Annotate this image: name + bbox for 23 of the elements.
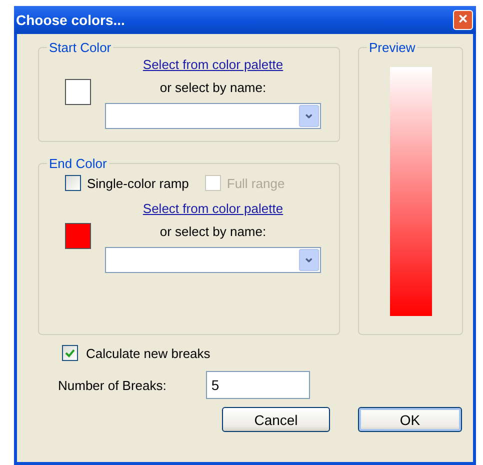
check-mark-icon — [65, 348, 75, 358]
select-by-name-label: or select by name: — [160, 224, 266, 239]
color-swatch[interactable] — [65, 223, 91, 249]
palette-link[interactable]: Select from color palette — [142, 201, 284, 216]
palette-link[interactable]: Select from color palette — [142, 57, 284, 72]
color-dropdown[interactable]: ⌄ — [105, 247, 321, 273]
checkbox-label: Calculate new breaks — [86, 346, 210, 360]
select-by-name-label: or select by name: — [160, 80, 266, 95]
group-title: Preview — [368, 40, 416, 55]
window-title: Choose colors... — [16, 12, 125, 28]
checkbox[interactable] — [65, 175, 81, 191]
color-dropdown[interactable]: ⌄ — [105, 103, 321, 129]
breaks-label: Number of Breaks: — [58, 378, 166, 392]
checkbox[interactable] — [62, 345, 78, 361]
dialog-button[interactable]: OK — [358, 407, 462, 432]
checkbox-label: Single-color ramp — [87, 176, 189, 190]
dialog-button[interactable]: Cancel — [222, 407, 330, 432]
close-button[interactable]: × — [453, 10, 473, 30]
group-title: End Color — [48, 156, 108, 171]
checkbox-label: Full range — [226, 176, 285, 190]
color-swatch[interactable] — [65, 79, 91, 105]
group-title: Start Color — [48, 40, 112, 55]
breaks-field[interactable]: 5 — [206, 371, 310, 399]
